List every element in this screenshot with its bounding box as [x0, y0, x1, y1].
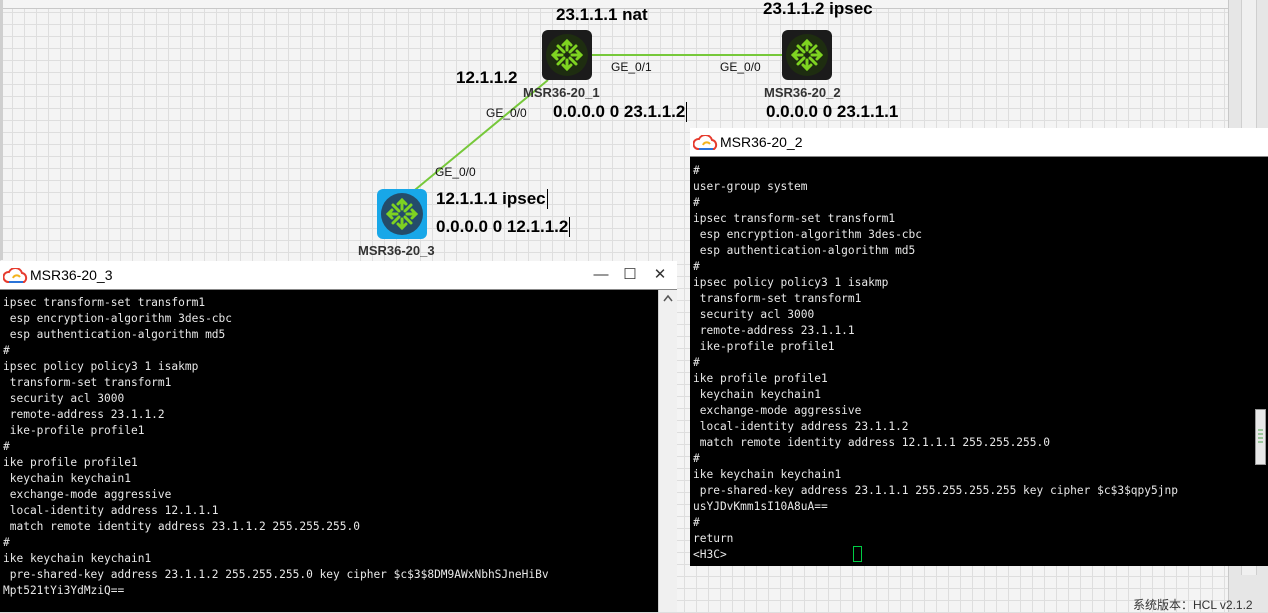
terminal-scrollbar-r3[interactable]	[658, 290, 677, 612]
console-line: <H3C>	[693, 548, 727, 561]
terminal-output-r2[interactable]: # user-group system # ipsec transform-se…	[690, 163, 1254, 566]
console-line: #	[3, 440, 10, 453]
console-line: return	[693, 532, 734, 545]
console-line: ike profile profile1	[693, 372, 828, 385]
console-line: ipsec transform-set transform1	[3, 296, 206, 309]
node-label-r2: MSR36-20_2	[764, 85, 841, 100]
console-line: keychain keychain1	[3, 472, 131, 485]
console-line: match remote identity address 23.1.1.2 2…	[3, 520, 360, 533]
router-msr36-20-3[interactable]	[377, 189, 427, 239]
iface-label-r1-ge01: GE_0/1	[611, 60, 652, 74]
terminal-title-r3: MSR36-20_3	[30, 267, 113, 283]
terminal-window-r3[interactable]: MSR36-20_3 — ☐ ✕ ipsec transform-set tra…	[0, 261, 677, 612]
console-line: #	[693, 164, 700, 177]
annotation-r1-address[interactable]: 12.1.1.2	[456, 68, 517, 88]
annotation-r3-route[interactable]: 0.0.0.0 0 12.1.1.2	[436, 217, 571, 237]
console-line: exchange-mode aggressive	[3, 488, 172, 501]
hcl-cloud-icon	[2, 267, 29, 289]
terminal-scrollbar-thumb-r2[interactable]	[1255, 409, 1266, 465]
console-line: esp encryption-algorithm 3des-cbc	[3, 312, 233, 325]
console-line: pre-shared-key address 23.1.1.2 255.255.…	[3, 568, 549, 581]
console-line: ike profile profile1	[3, 456, 138, 469]
console-line: local-identity address 23.1.1.2	[693, 420, 909, 433]
console-line: ike-profile profile1	[3, 424, 145, 437]
minimize-icon[interactable]: —	[590, 265, 612, 285]
router-icon	[786, 34, 828, 76]
console-line: esp authentication-algorithm md5	[3, 328, 226, 341]
annotation-r3-ipsec[interactable]: 12.1.1.1 ipsec	[436, 189, 548, 209]
close-icon[interactable]: ✕	[649, 265, 671, 285]
console-line: esp encryption-algorithm 3des-cbc	[693, 228, 923, 241]
console-line: ike-profile profile1	[693, 340, 835, 353]
status-version: 系统版本：HCL v2.1.2	[1133, 598, 1253, 612]
terminal-window-r2[interactable]: MSR36-20_2 # user-group system # ipsec t…	[690, 128, 1268, 566]
scroll-up-icon[interactable]	[659, 290, 677, 308]
console-line: keychain keychain1	[693, 388, 821, 401]
console-line: local-identity address 12.1.1.1	[3, 504, 219, 517]
iface-label-r1-ge00: GE_0/0	[486, 106, 527, 120]
console-line: pre-shared-key address 23.1.1.1 255.255.…	[693, 484, 1178, 497]
router-icon	[546, 34, 588, 76]
annotation-r2-route[interactable]: 0.0.0.0 0 23.1.1.1	[766, 102, 898, 122]
console-line: remote-address 23.1.1.1	[693, 324, 855, 337]
annotation-r1-nat[interactable]: 23.1.1.1 nat	[556, 5, 648, 25]
console-line: usYJDvKmm1sI10A8uA==	[693, 500, 828, 513]
console-line: remote-address 23.1.1.2	[3, 408, 165, 421]
console-line: ike keychain keychain1	[3, 552, 152, 565]
console-line: exchange-mode aggressive	[693, 404, 862, 417]
console-line: security acl 3000	[3, 392, 125, 405]
console-cursor	[853, 546, 862, 562]
maximize-icon[interactable]: ☐	[619, 265, 641, 285]
console-line: #	[693, 452, 700, 465]
console-line: esp authentication-algorithm md5	[693, 244, 916, 257]
console-line: #	[3, 536, 10, 549]
iface-label-r2-ge00: GE_0/0	[720, 60, 761, 74]
annotation-r2-ipsec[interactable]: 23.1.1.2 ipsec	[763, 0, 873, 19]
console-line: match remote identity address 12.1.1.1 2…	[693, 436, 1050, 449]
hcl-cloud-icon	[692, 134, 719, 156]
node-label-r1: MSR36-20_1	[523, 85, 600, 100]
terminal-title-r2: MSR36-20_2	[720, 134, 803, 150]
iface-label-r3-ge00: GE_0/0	[435, 165, 476, 179]
console-line: #	[693, 516, 700, 529]
console-line: transform-set transform1	[3, 376, 172, 389]
console-line: user-group system	[693, 180, 808, 193]
router-msr36-20-1[interactable]	[542, 30, 592, 80]
router-msr36-20-2[interactable]	[782, 30, 832, 80]
console-line: security acl 3000	[693, 308, 815, 321]
console-line: ipsec transform-set transform1	[693, 212, 896, 225]
console-line: Mpt521tYi3YdMziQ==	[3, 584, 125, 597]
node-label-r3: MSR36-20_3	[358, 243, 435, 258]
console-line: #	[693, 356, 700, 369]
console-line: #	[3, 344, 10, 357]
terminal-titlebar-r2[interactable]: MSR36-20_2	[690, 128, 1268, 157]
console-line: ipsec policy policy3 1 isakmp	[3, 360, 199, 373]
console-line: transform-set transform1	[693, 292, 862, 305]
terminal-titlebar-r3[interactable]: MSR36-20_3 — ☐ ✕	[0, 261, 677, 290]
annotation-r1-route[interactable]: 0.0.0.0 0 23.1.1.2	[553, 102, 688, 122]
console-line: ike keychain keychain1	[693, 468, 842, 481]
router-icon	[381, 193, 423, 235]
console-line: #	[693, 260, 700, 273]
terminal-output-r3[interactable]: ipsec transform-set transform1 esp encry…	[0, 295, 659, 612]
console-line: ipsec policy policy3 1 isakmp	[693, 276, 889, 289]
console-line: #	[693, 196, 700, 209]
